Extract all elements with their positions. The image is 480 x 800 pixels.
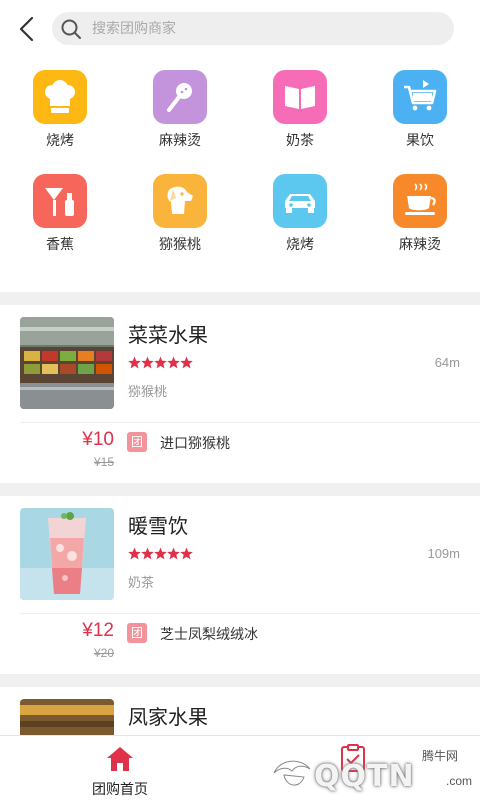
group-buy-badge: 团 <box>127 623 147 643</box>
store-card[interactable]: 暖雪饮 109m 奶茶 ¥12 ¥20 团 芝士凤梨绒绒冰 <box>0 496 480 674</box>
category-label: 香蕉 <box>46 236 74 252</box>
category-item[interactable]: 麻辣烫 <box>120 58 240 158</box>
category-item[interactable]: 麻辣烫 <box>360 162 480 262</box>
category-item[interactable]: 烧烤 <box>240 162 360 262</box>
book-icon <box>273 70 327 124</box>
original-price: ¥20 <box>93 646 114 660</box>
nav-home-label: 团购首页 <box>92 781 148 797</box>
store-distance: 64m <box>434 355 460 370</box>
car-icon <box>273 174 327 228</box>
store-card[interactable]: 菜菜水果 64m 猕猴桃 ¥10 ¥15 团 进口猕猴桃 <box>0 305 480 483</box>
store-card[interactable]: 凤家水果 <box>0 687 480 735</box>
dog-icon <box>153 174 207 228</box>
card-divider <box>20 613 480 614</box>
original-price: ¥15 <box>93 455 114 469</box>
microphone-icon <box>153 70 207 124</box>
category-item[interactable]: 奶茶 <box>240 58 360 158</box>
rating-stars <box>128 356 193 369</box>
section-divider <box>0 674 480 687</box>
category-label: 烧烤 <box>46 132 74 148</box>
shopping-cart-icon <box>393 70 447 124</box>
store-name: 菜菜水果 <box>128 325 208 347</box>
deal-title[interactable]: 芝士凤梨绒绒冰 <box>160 624 258 644</box>
coffee-cup-icon <box>393 174 447 228</box>
cosmetics-icon <box>33 174 87 228</box>
store-thumbnail <box>20 508 114 600</box>
category-label: 奶茶 <box>286 132 314 148</box>
watermark-brand: QQTN <box>314 759 415 794</box>
store-thumbnail <box>20 699 114 735</box>
category-item[interactable]: 烧烤 <box>0 58 120 158</box>
category-item[interactable]: 猕猴桃 <box>120 162 240 262</box>
store-name: 凤家水果 <box>128 707 208 729</box>
store-thumbnail <box>20 317 114 409</box>
chevron-left-icon[interactable] <box>14 14 40 44</box>
category-label: 果饮 <box>406 132 434 148</box>
rating-stars <box>128 547 193 560</box>
chef-hat-icon <box>33 70 87 124</box>
category-item[interactable]: 果饮 <box>360 58 480 158</box>
deal-price: ¥10 <box>82 429 114 450</box>
watermark-domain: .com <box>445 774 472 788</box>
bull-logo-icon <box>273 760 311 786</box>
category-label: 麻辣烫 <box>399 236 441 252</box>
store-category: 猕猴桃 <box>128 384 168 399</box>
category-label: 麻辣烫 <box>159 132 201 148</box>
search-input[interactable]: 搜索团购商家 <box>52 12 454 45</box>
deal-price: ¥12 <box>82 620 114 641</box>
section-divider <box>0 483 480 496</box>
store-category: 奶茶 <box>128 575 155 590</box>
watermark: 腾牛网 QQTN .com <box>268 745 480 800</box>
category-grid: 烧烤 麻辣烫 奶茶 果饮 香蕉 猕猴桃 烧烤 麻辣烫 <box>0 58 480 292</box>
watermark-top: 腾牛网 <box>421 749 458 763</box>
search-icon <box>61 19 81 39</box>
top-bar: 搜索团购商家 <box>0 0 480 58</box>
home-icon <box>107 747 133 771</box>
store-name: 暖雪饮 <box>128 516 188 538</box>
category-label: 猕猴桃 <box>159 236 201 252</box>
category-item[interactable]: 香蕉 <box>0 162 120 262</box>
store-distance: 109m <box>427 546 460 561</box>
group-buy-badge: 团 <box>127 432 147 452</box>
section-divider <box>0 292 480 305</box>
search-placeholder: 搜索团购商家 <box>92 20 176 36</box>
nav-home[interactable]: 团购首页 <box>78 746 162 799</box>
deal-title[interactable]: 进口猕猴桃 <box>160 433 230 453</box>
card-divider <box>20 422 480 423</box>
category-label: 烧烤 <box>286 236 314 252</box>
